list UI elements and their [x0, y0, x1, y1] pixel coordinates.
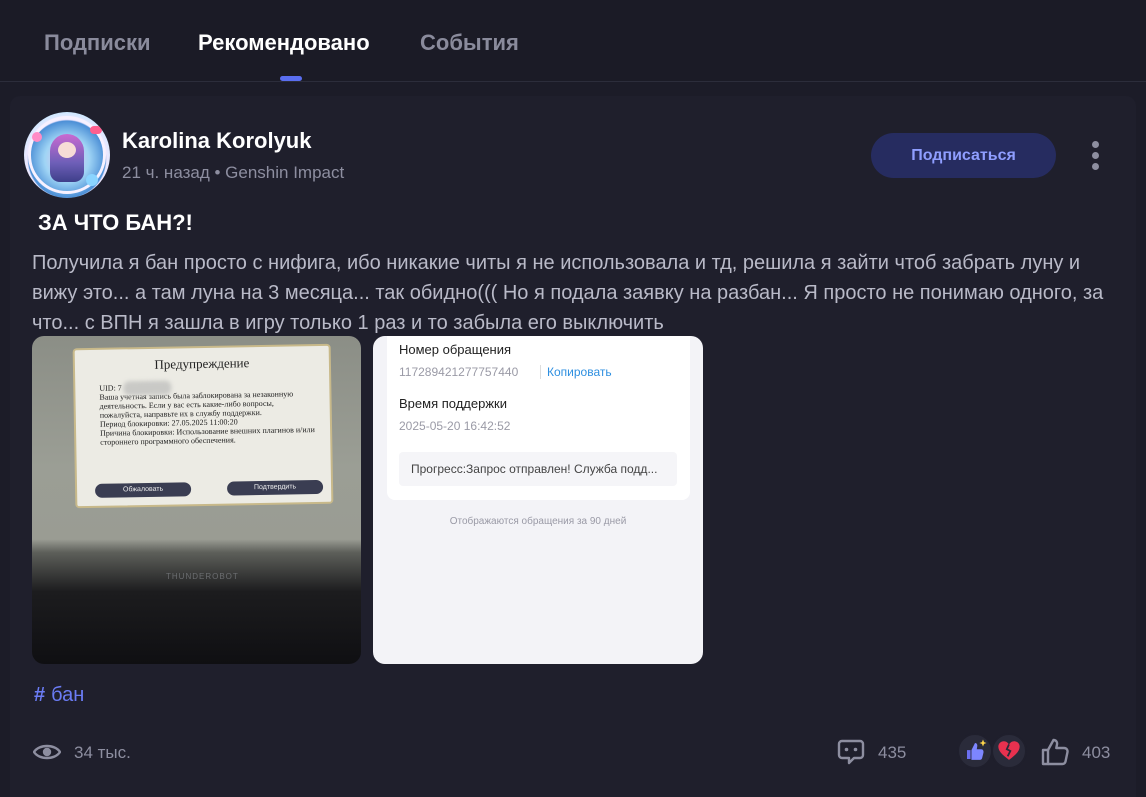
ticket-number: 117289421277757440: [399, 365, 519, 379]
ticket-panel: Номер обращения 117289421277757440 Копир…: [387, 336, 690, 500]
follow-button[interactable]: Подписаться: [871, 133, 1056, 178]
post-image-ban-warning[interactable]: Предупреждение UID: 7 Ваша учетная запис…: [32, 336, 361, 664]
ticket-footer: Отображаются обращения за 90 дней: [449, 516, 627, 527]
support-time-label: Время поддержки: [399, 396, 507, 411]
ticket-label: Номер обращения: [399, 342, 512, 357]
post-title: ЗА ЧТО БАН?!: [38, 210, 193, 235]
comments-count: 435: [878, 743, 907, 762]
likes-count: 403: [1082, 743, 1111, 762]
uid-blur: [123, 380, 172, 396]
tab-subscriptions[interactable]: Подписки: [44, 30, 151, 56]
warning-title: Предупреждение: [154, 355, 250, 372]
post-image-support-ticket[interactable]: Номер обращения 117289421277757440 Копир…: [373, 336, 703, 664]
avatar-decoration: [90, 126, 102, 134]
author-name[interactable]: Karolina Korolyuk: [122, 128, 311, 154]
views-count: 34 тыс.: [74, 743, 131, 762]
avatar-face: [58, 142, 76, 158]
hashtag-icon: #: [34, 684, 46, 706]
appeal-button: Обжаловать: [94, 482, 192, 498]
more-vertical-icon[interactable]: [1084, 138, 1108, 174]
thumbs-up-sparkle-icon: [957, 733, 993, 769]
post-meta: 21 ч. назад • Genshin Impact: [122, 163, 345, 182]
broken-heart-icon: [991, 733, 1027, 769]
tab-events[interactable]: События: [420, 30, 519, 56]
hashtag-label: бан: [51, 684, 85, 706]
confirm-button: Подтвердить: [226, 479, 324, 496]
tab-recommended[interactable]: Рекомендовано: [198, 30, 370, 56]
author-avatar[interactable]: [24, 112, 110, 198]
avatar-decoration: [86, 174, 98, 186]
support-time: 2025-05-20 16:42:52: [399, 419, 511, 433]
post-body: Получила я бан просто с нифига, ибо ника…: [32, 252, 1104, 334]
ticket-progress: Прогресс:Запрос отправлен! Служба подд..…: [399, 452, 677, 486]
monitor-brand: THUNDEROBOT: [166, 572, 239, 581]
hashtag-link[interactable]: # бан: [34, 684, 84, 707]
copy-link: Копировать: [540, 365, 612, 379]
active-tab-indicator: [280, 76, 302, 81]
eye-icon: [33, 744, 61, 760]
comment-icon[interactable]: [837, 738, 865, 766]
avatar-decoration: [32, 132, 42, 142]
warning-dialog: Предупреждение UID: 7 Ваша учетная запис…: [72, 343, 334, 509]
reactions-stack[interactable]: [957, 733, 1031, 771]
feed-tabs-bar: Подписки Рекомендовано События: [0, 0, 1146, 82]
thumbs-up-outline-icon[interactable]: [1040, 737, 1070, 767]
